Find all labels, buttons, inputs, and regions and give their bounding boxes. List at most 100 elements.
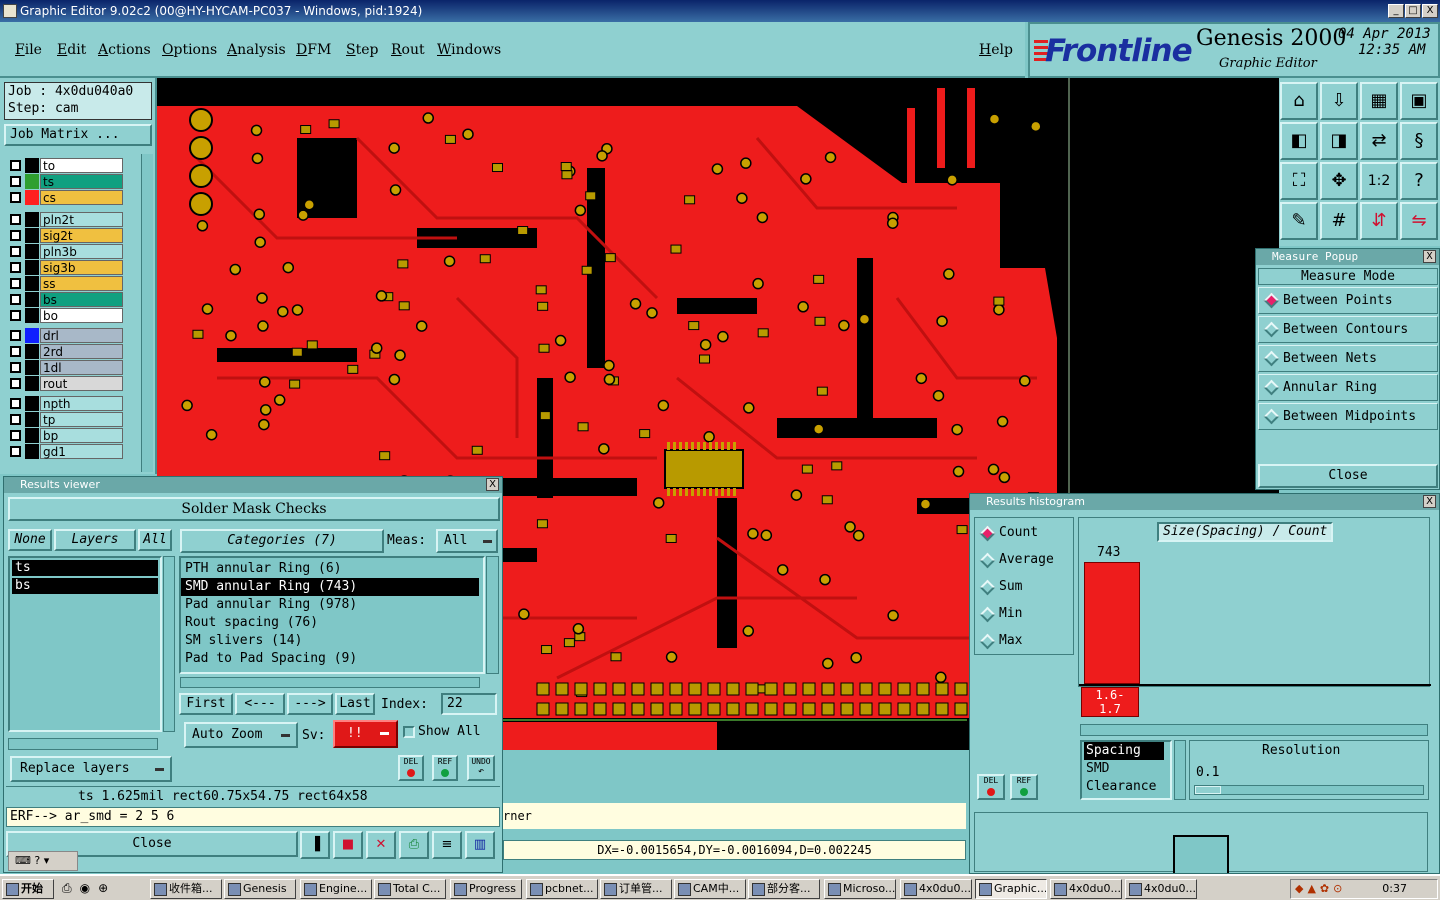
layer-color-swatch[interactable]	[25, 260, 39, 275]
layer-color-swatch[interactable]	[25, 412, 39, 427]
layer-row[interactable]: sig3b	[8, 260, 123, 275]
close-window-button[interactable]: X	[1422, 4, 1438, 18]
measure-icon[interactable]: ⇵	[1360, 202, 1398, 240]
layer-checkbox[interactable]	[10, 160, 21, 171]
layer-name[interactable]: ss	[40, 276, 123, 291]
taskbar-button[interactable]: Microso...	[824, 879, 896, 899]
layer-color-swatch[interactable]	[25, 308, 39, 323]
auto-zoom-dropdown[interactable]: Auto Zoom	[184, 722, 298, 748]
layer-color-swatch[interactable]	[25, 276, 39, 291]
layer-name[interactable]: cs	[40, 190, 123, 205]
report-icon[interactable]: ⎙	[399, 831, 429, 859]
mirror-icon[interactable]: ⇄	[1360, 122, 1398, 160]
layer-checkbox[interactable]	[10, 192, 21, 203]
layer-row[interactable]: npth	[8, 396, 123, 411]
layer-name[interactable]: 1dl	[40, 360, 123, 375]
menu-analysis[interactable]: Analysis	[227, 42, 286, 58]
layer-row[interactable]: ts	[8, 174, 123, 189]
layer-color-swatch[interactable]	[25, 444, 39, 459]
list-item[interactable]: Clearance	[1084, 778, 1170, 796]
download-icon[interactable]: ⇩	[1320, 82, 1358, 120]
chevron-down-icon[interactable]: ▾	[44, 854, 50, 867]
layer-color-swatch[interactable]	[25, 376, 39, 391]
histogram-bar[interactable]	[1084, 562, 1140, 684]
undo-button[interactable]: UNDO ↶	[467, 755, 495, 781]
histogram-icon[interactable]: ▥	[465, 831, 495, 859]
layer-row[interactable]: sig2t	[8, 228, 123, 243]
home-icon[interactable]: ⌂	[1280, 82, 1318, 120]
layer-name[interactable]: sig3b	[40, 260, 123, 275]
layer-checkbox[interactable]	[10, 310, 21, 321]
histogram-list[interactable]: Spacing SMD Clearance	[1080, 740, 1172, 800]
measure-mode-option[interactable]: Between Nets	[1258, 345, 1438, 372]
layer-checkbox[interactable]	[10, 230, 21, 241]
layer-row[interactable]: tp	[8, 412, 123, 427]
layer-row[interactable]: pln3b	[8, 244, 123, 259]
layer-checkbox[interactable]	[10, 446, 21, 457]
layer-checkbox[interactable]	[10, 176, 21, 187]
layer-checkbox[interactable]	[10, 430, 21, 441]
category-list[interactable]: PTH annular Ring (6) SMD annular Ring (74…	[179, 556, 485, 674]
layer-name[interactable]: pln3b	[40, 244, 123, 259]
layer-checkbox[interactable]	[10, 414, 21, 425]
help-icon[interactable]: ?	[1400, 162, 1438, 200]
stop-icon[interactable]: ■	[333, 831, 363, 859]
layer-color-swatch[interactable]	[25, 212, 39, 227]
replace-layers-dropdown[interactable]: Replace layers	[10, 756, 172, 782]
layer-name[interactable]: rout	[40, 376, 123, 391]
ref-button[interactable]: REF	[432, 755, 458, 781]
notes-icon[interactable]: ≡	[432, 831, 462, 859]
category-scrollbar[interactable]	[486, 556, 499, 674]
job-matrix-button[interactable]: Job Matrix ...	[4, 124, 152, 146]
tray-icons[interactable]: ◆▲✿⊙	[1291, 882, 1346, 895]
menu-windows[interactable]: Windows	[437, 42, 501, 58]
last-button[interactable]: Last	[335, 693, 375, 715]
layer-row[interactable]: 1dl	[8, 360, 123, 375]
layers-button[interactable]: Layers	[54, 529, 136, 551]
category-item[interactable]: Pad to Pad Spacing (9)	[181, 650, 483, 668]
layer-results-list[interactable]: ts bs	[8, 556, 162, 732]
histogram-list-scrollbar[interactable]	[1174, 740, 1186, 800]
radio-icon[interactable]	[979, 606, 996, 623]
layer-list-hscroll[interactable]	[8, 738, 158, 750]
histogram-mode-option[interactable]: Sum	[979, 578, 1069, 598]
menu-edit[interactable]: Edit	[57, 42, 86, 58]
grid-snap-icon[interactable]: #	[1320, 202, 1358, 240]
histogram-mode-option[interactable]: Average	[979, 551, 1069, 571]
prev-button[interactable]: <---	[235, 693, 285, 715]
layer-checkbox[interactable]	[10, 346, 21, 357]
layer-name[interactable]: bs	[40, 292, 123, 307]
histogram-mode-option[interactable]: Max	[979, 632, 1069, 652]
taskbar-button[interactable]: 4x0du0...	[900, 879, 972, 899]
menu-step[interactable]: Step	[346, 42, 378, 58]
layer-checkbox[interactable]	[10, 378, 21, 389]
category-item[interactable]: SMD annular Ring (743)	[181, 578, 479, 596]
layer-name[interactable]: tp	[40, 412, 123, 427]
measure-mode-option[interactable]: Between Contours	[1258, 316, 1438, 343]
menu-dfm[interactable]: DFM	[296, 42, 331, 58]
first-button[interactable]: First	[179, 693, 233, 715]
layer-name[interactable]: npth	[40, 396, 123, 411]
radio-icon[interactable]	[1263, 408, 1280, 425]
slider-thumb[interactable]	[1195, 786, 1221, 794]
layer-row[interactable]: rout	[8, 376, 123, 391]
net-icon[interactable]: ⇋	[1400, 202, 1438, 240]
histogram-mode-option[interactable]: Count	[979, 524, 1069, 544]
taskbar-button[interactable]: pcbnet...	[526, 879, 598, 899]
measure-mode-option[interactable]: Between Midpoints	[1258, 403, 1438, 430]
zoom-center-icon[interactable]: ✥	[1320, 162, 1358, 200]
layer-name[interactable]: gd1	[40, 444, 123, 459]
radio-icon[interactable]	[1263, 379, 1280, 396]
list-item[interactable]: ts	[12, 560, 158, 576]
layer-checkbox[interactable]	[10, 214, 21, 225]
taskbar-button[interactable]: Genesis	[224, 879, 296, 899]
next-button[interactable]: --->	[287, 693, 333, 715]
menu-options[interactable]: Options	[162, 42, 217, 58]
layer-checkbox[interactable]	[10, 330, 21, 341]
layer-color-swatch[interactable]	[25, 158, 39, 173]
list-item[interactable]: Spacing	[1084, 742, 1164, 760]
hist-ref-button[interactable]: REF	[1010, 774, 1038, 800]
meas-dropdown[interactable]: All	[436, 529, 498, 553]
category-item[interactable]: Pad annular Ring (978)	[181, 596, 483, 614]
resolution-slider[interactable]	[1194, 785, 1424, 795]
